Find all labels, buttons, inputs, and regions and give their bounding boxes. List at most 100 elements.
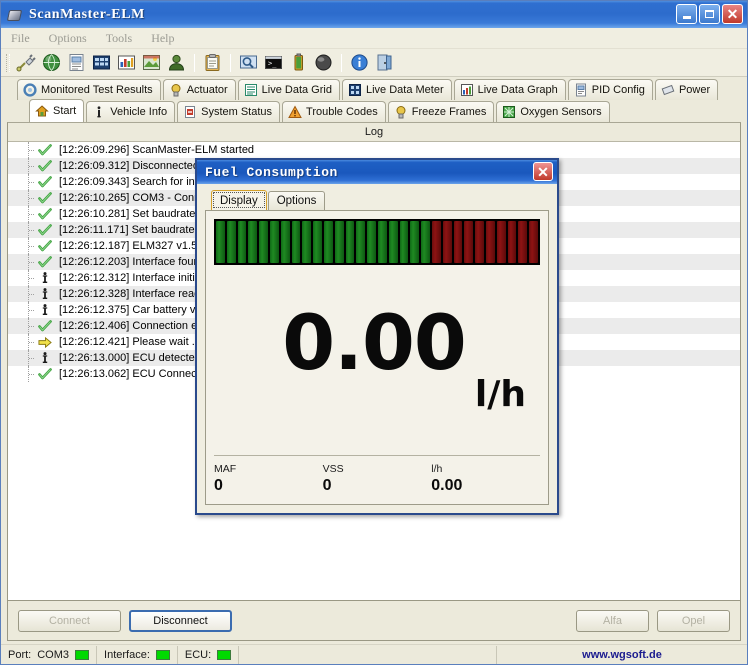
gauge-segment xyxy=(496,221,506,263)
tree-dash xyxy=(29,214,34,215)
tab-system-status[interactable]: System Status xyxy=(177,101,281,122)
stat-maf: MAF 0 xyxy=(214,462,323,496)
port-value: COM3 xyxy=(37,648,70,661)
search-monitor-icon[interactable] xyxy=(238,52,259,73)
tree-dash xyxy=(29,166,34,167)
tab-live-data-graph[interactable]: Live Data Graph xyxy=(453,79,566,100)
chart-icon[interactable] xyxy=(116,52,137,73)
tab-power[interactable]: Power xyxy=(654,79,719,100)
tab-live-data-meter[interactable]: Live Data Meter xyxy=(341,79,452,100)
tab-label: Live Data Grid xyxy=(261,84,332,96)
dialog-close-button[interactable]: ✕ xyxy=(533,162,553,181)
close-button[interactable]: ✕ xyxy=(722,4,743,24)
check-icon xyxy=(38,223,52,237)
info-icon xyxy=(38,303,52,317)
dialog-tab-display[interactable]: Display xyxy=(211,190,267,210)
dialog-tab-options[interactable]: Options xyxy=(267,191,326,210)
gauge-segment xyxy=(421,221,430,263)
gauge-segment xyxy=(388,221,398,263)
menu-bar: File Options Tools Help xyxy=(1,28,747,49)
gauge-segment xyxy=(291,221,301,263)
globe-icon[interactable] xyxy=(41,52,62,73)
tab-live-data-grid[interactable]: Live Data Grid xyxy=(237,79,340,100)
terminal-icon[interactable]: >_ xyxy=(263,52,284,73)
ecu-led-icon xyxy=(217,649,232,660)
status-port: Port: COM3 xyxy=(1,645,98,664)
tree-dash xyxy=(29,278,34,279)
report-icon[interactable] xyxy=(66,52,87,73)
check-icon xyxy=(38,159,52,173)
check-icon xyxy=(38,143,52,157)
stat-label: MAF xyxy=(214,463,237,475)
vehicle-brand-buttons: Alfa Opel xyxy=(568,609,730,632)
image-icon[interactable] xyxy=(141,52,162,73)
battery-icon[interactable] xyxy=(288,52,309,73)
tree-dash xyxy=(29,294,34,295)
dialog-title: Fuel Consumption xyxy=(205,164,338,180)
fuel-consumption-value: 0.00 xyxy=(282,297,467,387)
dialog-titlebar: Fuel Consumption ✕ xyxy=(197,160,557,184)
tab-pid-config[interactable]: PID Config xyxy=(567,79,653,100)
connect-button[interactable]: Connect xyxy=(18,609,121,632)
gauge-segment xyxy=(302,221,312,263)
tree-dash xyxy=(29,262,34,263)
opel-button[interactable]: Opel xyxy=(657,609,730,632)
alfa-button[interactable]: Alfa xyxy=(576,609,649,632)
tab-trouble-codes[interactable]: Trouble Codes xyxy=(282,101,386,122)
menu-item-options[interactable]: Options xyxy=(47,30,96,47)
connect-plug-icon[interactable] xyxy=(16,52,37,73)
port-led-icon xyxy=(75,649,90,660)
tab-oxygen-sensors[interactable]: Oxygen Sensors xyxy=(496,101,610,122)
tree-dash xyxy=(29,230,34,231)
tree-dash xyxy=(29,358,34,359)
log-message: [12:26:12.203] Interface found xyxy=(59,256,206,268)
gauge-segment xyxy=(345,221,355,263)
tab-strip: Monitored Test Results Actuator Live Dat… xyxy=(1,77,747,122)
menu-item-tools[interactable]: Tools xyxy=(104,30,142,47)
check-icon xyxy=(38,207,52,221)
window-title: ScanMaster-ELM xyxy=(29,6,145,22)
tab-start[interactable]: Start xyxy=(29,99,85,122)
clipboard-icon[interactable] xyxy=(202,52,223,73)
info-icon[interactable] xyxy=(349,52,370,73)
tab-freeze-frames[interactable]: Freeze Frames xyxy=(387,101,495,122)
menu-item-help[interactable]: Help xyxy=(149,30,183,47)
home-icon xyxy=(35,104,49,118)
gauge-segment xyxy=(259,221,268,263)
tab-label: Live Data Graph xyxy=(477,84,558,96)
info-icon xyxy=(38,271,52,285)
log-message: [12:26:12.187] ELM327 v1.5 xyxy=(59,240,198,252)
dialog-display-panel: 0.00 l/h MAF 0 VSS 0 l/h 0.00 xyxy=(205,210,549,505)
tree-dash xyxy=(29,310,34,311)
toolbar: >_ xyxy=(1,49,747,77)
disconnect-button[interactable]: Disconnect xyxy=(129,609,232,632)
tab-actuator[interactable]: Actuator xyxy=(162,79,236,100)
gauge-segment xyxy=(453,221,463,263)
minimize-button[interactable] xyxy=(676,4,697,24)
exit-icon[interactable] xyxy=(374,52,395,73)
maximize-button[interactable] xyxy=(699,4,720,24)
check-icon xyxy=(38,319,52,333)
status-ecu: ECU: xyxy=(178,645,240,664)
status-website-link[interactable]: www.wgsoft.de xyxy=(497,646,747,664)
log-row[interactable]: [12:26:09.296] ScanMaster-ELM started xyxy=(8,142,740,158)
window-controls: ✕ xyxy=(676,4,743,24)
tab-vehicle-info[interactable]: Vehicle Info xyxy=(86,101,176,122)
gauge-segment xyxy=(334,221,344,263)
gauge-segment xyxy=(399,221,409,263)
arrow-right-icon xyxy=(38,335,52,349)
tab-label: Power xyxy=(678,84,711,96)
log-message: [12:26:13.062] ECU Connected xyxy=(59,368,212,380)
user-icon[interactable] xyxy=(166,52,187,73)
toolbar-grip[interactable] xyxy=(6,53,10,72)
grid-icon[interactable] xyxy=(91,52,112,73)
action-bar: Connect Disconnect Alfa Opel xyxy=(7,601,741,641)
gauge-segment xyxy=(529,221,538,263)
toolbar-separator xyxy=(194,53,195,72)
sphere-icon[interactable] xyxy=(313,52,334,73)
bar-chart-icon xyxy=(460,83,474,97)
tab-monitored-test-results[interactable]: Monitored Test Results xyxy=(17,79,161,100)
log-message: [12:26:12.328] Interface ready xyxy=(59,288,206,300)
warning-icon xyxy=(288,105,302,119)
menu-item-file[interactable]: File xyxy=(9,30,39,47)
